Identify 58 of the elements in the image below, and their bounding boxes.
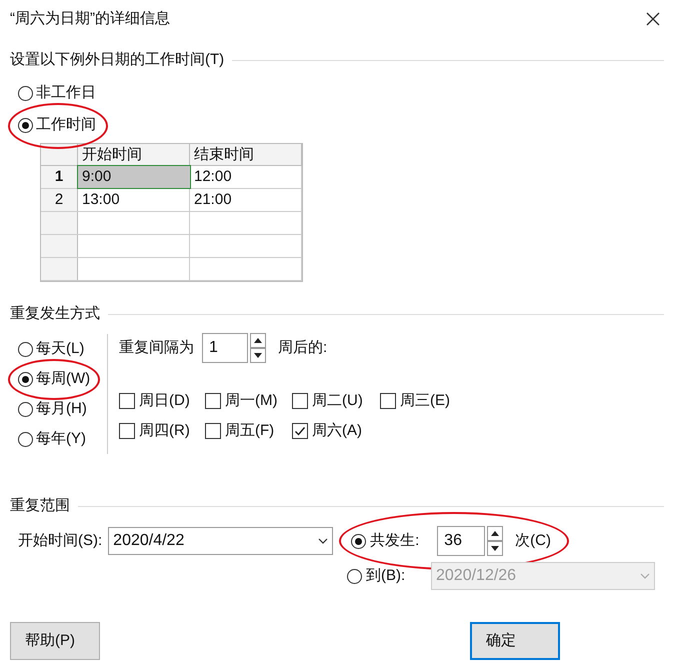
checkbox[interactable] xyxy=(119,423,135,439)
checkbox[interactable] xyxy=(205,423,221,439)
radio-label[interactable]: 每月(H) xyxy=(36,398,87,420)
checkbox[interactable] xyxy=(380,393,396,409)
help-button[interactable]: 帮助(P) xyxy=(10,622,100,660)
radio-label[interactable]: 共发生: xyxy=(370,530,420,552)
chevron-down-icon xyxy=(318,538,328,544)
interval-suffix: 周后的: xyxy=(278,338,328,358)
radio-button[interactable] xyxy=(18,342,33,356)
checkbox-label[interactable]: 周一(M) xyxy=(225,390,278,412)
ok-button[interactable]: 确定 xyxy=(470,622,560,660)
row-header: 1 xyxy=(41,166,78,188)
checkbox-label[interactable]: 周三(E) xyxy=(400,390,450,412)
date-dropdown[interactable]: 2020/4/22 xyxy=(108,527,334,555)
table-cell: 13:00 xyxy=(78,189,190,211)
radio-button[interactable] xyxy=(18,372,33,386)
check-icon xyxy=(294,425,306,437)
close-icon[interactable] xyxy=(646,12,660,26)
start-date-label: 开始时间(S): xyxy=(18,530,102,551)
spin-buttons[interactable] xyxy=(250,333,266,363)
count-suffix: 次(C) xyxy=(515,530,551,551)
dropdown-value: 2020/12/26 xyxy=(436,566,516,586)
table-cell: 9:00 xyxy=(78,166,190,188)
spin-buttons[interactable] xyxy=(487,526,504,556)
table-cell: 21:00 xyxy=(190,189,302,211)
checkbox-label[interactable]: 周四(R) xyxy=(139,420,190,442)
checkbox[interactable] xyxy=(292,393,308,409)
checkbox-label[interactable]: 周六(A) xyxy=(312,420,362,442)
section-heading: 重复范围 xyxy=(10,496,70,516)
radio-label[interactable]: 每天(L) xyxy=(36,338,84,360)
table-cell: 12:00 xyxy=(190,166,302,188)
interval-field[interactable]: 1 xyxy=(202,333,248,363)
radio-button[interactable] xyxy=(18,402,33,416)
checkbox-label[interactable]: 周日(D) xyxy=(139,390,190,412)
count-field[interactable]: 36 xyxy=(437,526,486,556)
checkbox-label[interactable]: 周二(U) xyxy=(312,390,363,412)
radio-button[interactable] xyxy=(351,534,366,548)
window-title: “周六为日期”的详细信息 xyxy=(10,8,170,29)
column-header: 结束时间 xyxy=(190,144,302,165)
chevron-down-icon xyxy=(640,573,650,579)
section-heading: 重复发生方式 xyxy=(10,304,100,324)
section-heading: 设置以下例外日期的工作时间(T) xyxy=(10,50,224,70)
checkbox[interactable] xyxy=(205,393,221,409)
radio-label[interactable]: 每年(Y) xyxy=(36,428,86,450)
interval-label: 重复间隔为 xyxy=(119,338,194,358)
radio-label[interactable]: 非工作日 xyxy=(36,82,96,104)
dropdown-value: 2020/4/22 xyxy=(113,531,184,551)
checkbox-label[interactable]: 周五(F) xyxy=(225,420,274,442)
radio-label[interactable]: 到(B): xyxy=(366,564,406,588)
row-header: 2 xyxy=(41,189,78,211)
checkbox[interactable] xyxy=(119,393,135,409)
radio-button[interactable] xyxy=(18,86,33,100)
radio-label[interactable]: 每周(W) xyxy=(36,368,90,390)
checkbox[interactable] xyxy=(292,423,308,439)
radio-button[interactable] xyxy=(347,568,362,584)
radio-label[interactable]: 工作时间 xyxy=(36,114,96,136)
radio-button[interactable] xyxy=(18,118,33,132)
radio-button[interactable] xyxy=(18,432,33,446)
